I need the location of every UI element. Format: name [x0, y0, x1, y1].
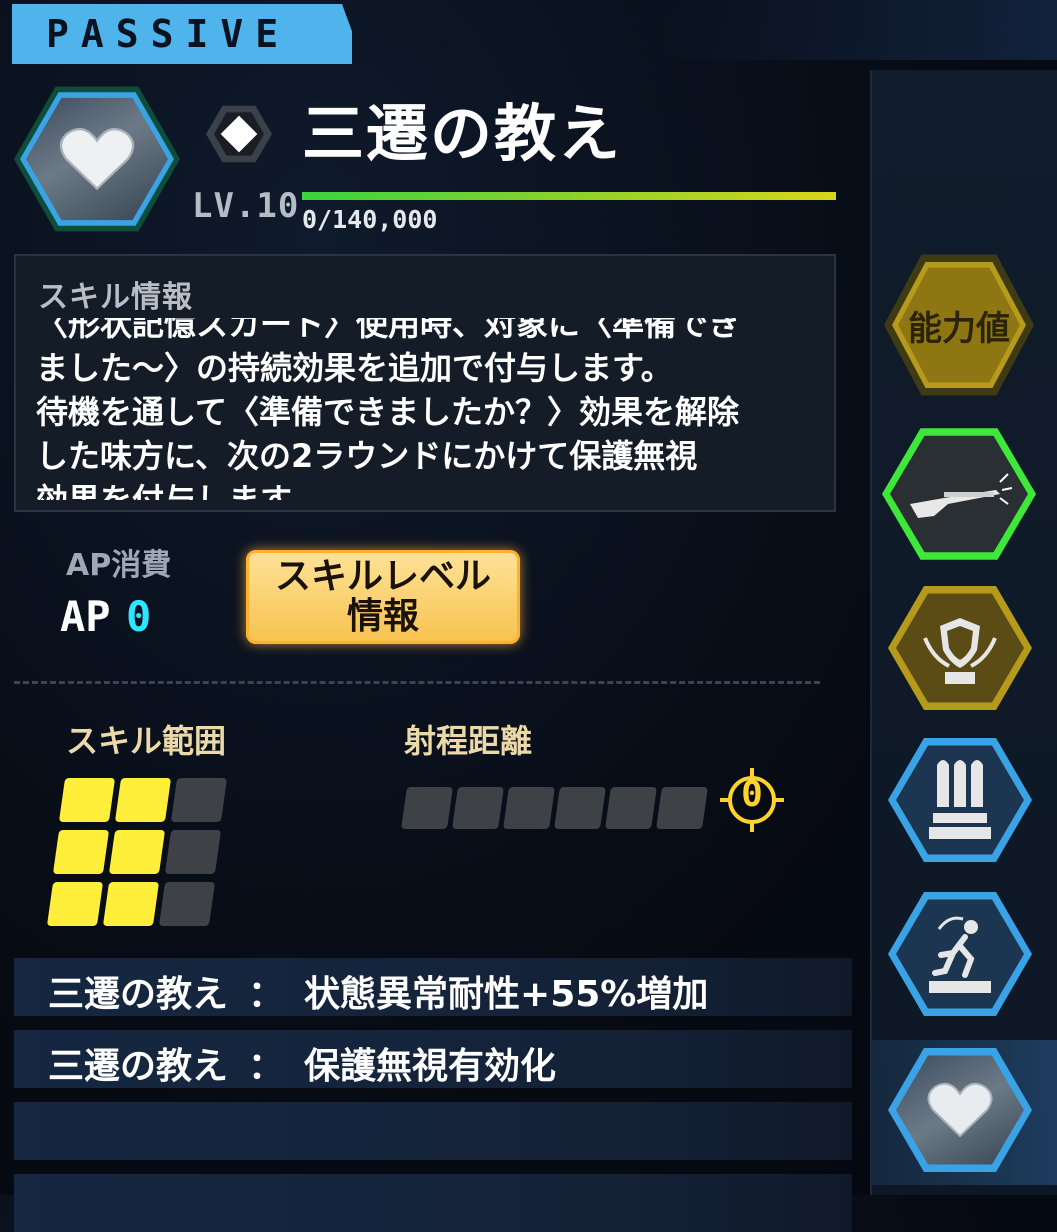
heart-icon	[927, 1082, 993, 1138]
skill-info-line: 〈形状記憶スカート〉使用時、対象に〈準備でき	[36, 318, 741, 343]
range-cell	[114, 778, 172, 822]
skill-info-line: 待機を通して〈準備できましたか？〉効果を解除	[36, 393, 740, 431]
skill-info-title: スキル情報	[38, 280, 193, 315]
distance-cell	[503, 787, 555, 829]
shield-wings-icon	[923, 618, 997, 684]
effect-row	[14, 1102, 852, 1160]
effect-name: 三遷の教え	[48, 1046, 229, 1087]
range-cell	[52, 830, 110, 874]
ap-value: 0	[126, 592, 152, 641]
distance-cell	[605, 787, 657, 829]
effect-desc: 保護無視有効化	[304, 1046, 557, 1087]
skill-name: 三遷の教え	[302, 97, 623, 170]
range-distance-label: 射程距離	[404, 722, 533, 760]
effect-row: 三遷の教え ： 保護無視有効化	[14, 1030, 852, 1088]
shotgun-icon	[910, 473, 1013, 518]
distance-cell	[452, 787, 504, 829]
passive-tab[interactable]: PASSIVE	[12, 4, 352, 64]
running-icon	[929, 916, 991, 993]
skill-level-info-button[interactable]: スキルレベル情報	[246, 550, 520, 644]
range-distance-value: 0	[741, 774, 763, 815]
range-cell	[58, 778, 116, 822]
distance-cell	[401, 787, 453, 829]
effect-desc: 状態異常耐性+55%増加	[304, 974, 709, 1015]
skill-range-label: スキル範囲	[66, 722, 227, 760]
effect-separator: ：	[248, 1046, 285, 1087]
range-cell	[102, 882, 160, 926]
skill-info-line: 効果を付与します。	[36, 481, 321, 500]
skill-level: LV.10	[192, 186, 300, 226]
range-cell	[46, 882, 104, 926]
skill-info-line: ました〜〉の持続効果を追加で付与します。	[36, 349, 673, 387]
effect-separator: ：	[248, 974, 285, 1015]
range-cell	[170, 778, 228, 822]
effect-row: 三遷の教え ： 状態異常耐性+55%増加	[14, 958, 852, 1016]
exp-text: 0/140,000	[302, 205, 438, 234]
effect-name: 三遷の教え	[48, 974, 229, 1015]
heart-icon	[59, 127, 135, 191]
sidebar-item-label: 能力値	[908, 308, 1010, 349]
range-cell	[164, 830, 222, 874]
distance-cell	[554, 787, 606, 829]
range-cell	[158, 882, 216, 926]
distance-cell	[656, 787, 708, 829]
skill-info-line: した味方に、次の2ラウンドにかけて保護無視	[36, 437, 698, 475]
effect-row	[14, 1174, 852, 1232]
bullets-icon	[929, 760, 991, 839]
range-cell	[108, 830, 166, 874]
exp-bar	[302, 192, 836, 200]
ap-prefix: AP	[60, 592, 111, 641]
skill-info-scroll[interactable]: 〈形状記憶スカート〉使用時、対象に〈準備でき ました〜〉の持続効果を追加で付与し…	[36, 318, 826, 500]
skill-info-text: 〈形状記憶スカート〉使用時、対象に〈準備でき ました〜〉の持続効果を追加で付与し…	[36, 318, 826, 500]
header-decoration	[657, 0, 1057, 60]
divider	[14, 681, 820, 684]
ap-cost-label: AP消費	[66, 548, 172, 583]
skill-level-info-label: スキルレベル情報	[274, 556, 491, 637]
